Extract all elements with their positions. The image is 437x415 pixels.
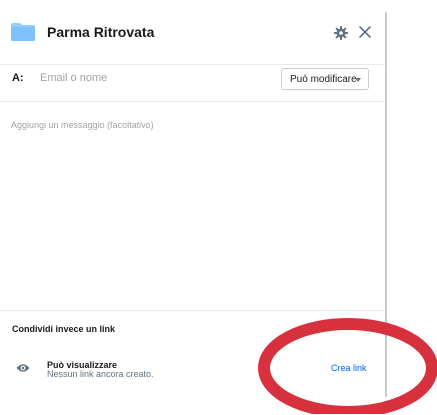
link-share-section: Condividi invece un link Può visualizzar… [0, 310, 385, 415]
create-link-button[interactable]: Crea link [331, 363, 367, 373]
close-icon[interactable] [358, 25, 372, 39]
eye-icon [16, 364, 30, 372]
email-input[interactable] [40, 70, 260, 86]
share-dialog: Parma Ritrovata A: Può modificare Condiv… [0, 0, 385, 414]
permission-dropdown[interactable]: Può modificare [281, 68, 369, 90]
link-share-heading: Condividi invece un link [12, 324, 116, 334]
folder-title: Parma Ritrovata [47, 24, 155, 40]
link-status-text: Nessun link ancora creato. [47, 369, 154, 379]
permission-value: Può modificare [290, 74, 357, 85]
message-input[interactable] [11, 120, 371, 290]
chevron-down-icon [355, 78, 361, 82]
gear-icon[interactable] [334, 26, 348, 40]
scrollbar[interactable] [385, 12, 387, 397]
recipient-label: A: [12, 72, 24, 84]
recipient-row: A: Può modificare [0, 65, 385, 102]
dialog-header: Parma Ritrovata [0, 0, 385, 65]
folder-icon [11, 23, 35, 41]
